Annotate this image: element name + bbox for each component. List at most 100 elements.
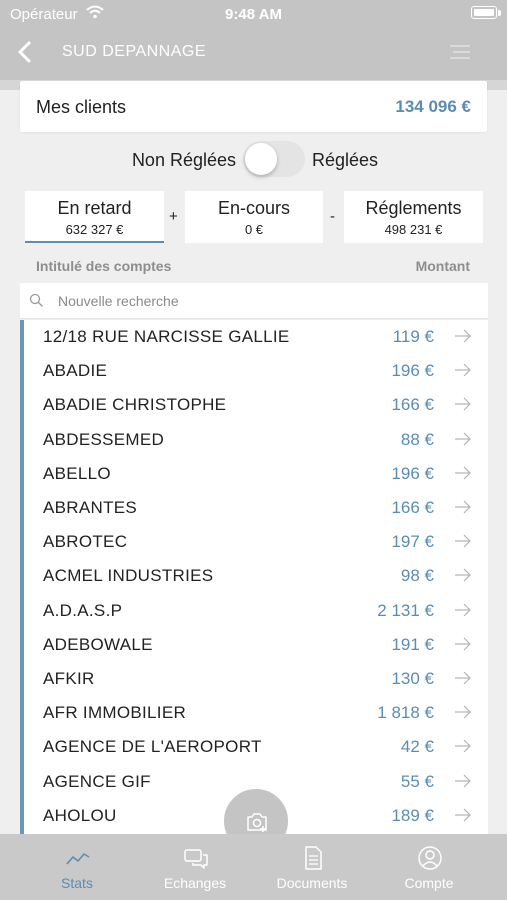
arrow-right-icon[interactable] <box>454 532 472 550</box>
account-amount: 98 € <box>400 566 434 586</box>
account-row[interactable]: ABELLO 196 € <box>20 457 488 491</box>
account-amount: 197 € <box>391 532 434 552</box>
account-name: ABADIE <box>43 361 108 381</box>
arrow-right-icon[interactable] <box>454 395 472 413</box>
arrow-right-icon[interactable] <box>454 327 472 345</box>
account-name: AFR IMMOBILIER <box>43 703 187 723</box>
late-value: 632 327 € <box>65 222 124 237</box>
account-row[interactable]: AGENCE DE L'AEROPORT 42 € <box>20 730 488 764</box>
user-icon <box>418 846 442 870</box>
account-row[interactable]: ADEBOWALE 191 € <box>20 628 488 662</box>
account-amount: 55 € <box>400 771 434 791</box>
payments-tab[interactable]: Réglements 498 231 € <box>344 191 483 243</box>
tab-stats[interactable]: Stats <box>17 834 137 900</box>
account-row[interactable]: 12/18 RUE NARCISSE GALLIE 119 € <box>20 320 488 354</box>
account-row[interactable]: ABDESSEMED 88 € <box>20 423 488 457</box>
accounts-column-header: Intitulé des comptes <box>36 258 172 274</box>
account-row[interactable]: ABADIE 196 € <box>20 354 488 388</box>
page-title: SUD DEPANNAGE <box>62 43 207 60</box>
search-icon <box>29 293 43 307</box>
battery-icon <box>471 6 497 19</box>
account-name: AGENCE DE L'AEROPORT <box>43 737 262 757</box>
late-tab[interactable]: En retard 632 327 € <box>25 191 164 243</box>
tab-documents-label: Documents <box>276 875 348 891</box>
account-name: ABADIE CHRISTOPHE <box>43 395 227 415</box>
unsettled-label: Non Réglées <box>131 150 236 170</box>
account-amount: 130 € <box>391 669 434 688</box>
tab-compte[interactable]: Compte <box>369 834 489 900</box>
settled-switch[interactable] <box>243 141 305 177</box>
account-name: AHOLOU <box>43 805 117 825</box>
tab-compte-label: Compte <box>404 875 454 891</box>
account-amount: 88 € <box>400 429 434 449</box>
account-row[interactable]: A.D.A.S.P 2 131 € <box>20 594 488 628</box>
account-amount: 196 € <box>391 463 434 483</box>
back-chevron-icon[interactable] <box>12 38 40 66</box>
account-row[interactable]: ACMEL INDUSTRIES 98 € <box>20 559 488 593</box>
tab-echanges[interactable]: Echanges <box>135 834 255 900</box>
account-name: ABROTEC <box>43 532 128 552</box>
arrow-right-icon[interactable] <box>454 669 472 687</box>
arrow-right-icon[interactable] <box>454 498 472 516</box>
settled-toggle-row: Non Réglées Réglées <box>0 140 507 178</box>
clients-summary-card: Mes clients 134 096 € <box>20 81 487 132</box>
arrow-right-icon[interactable] <box>454 464 472 482</box>
chat-icon <box>184 849 208 869</box>
nav-bar: SUD DEPANNAGE <box>0 32 507 72</box>
account-name: A.D.A.S.P <box>43 600 123 620</box>
amount-column-header: Montant <box>415 258 470 274</box>
account-name: ABELLO <box>43 463 111 483</box>
battery-tip <box>498 10 501 16</box>
tab-bar: Stats Echanges Documents Compte <box>0 834 507 900</box>
account-name: ACMEL INDUSTRIES <box>43 566 214 586</box>
search-bar <box>20 283 488 319</box>
account-row[interactable]: AFKIR 130 € <box>20 662 488 696</box>
current-tab[interactable]: En-cours 0 € <box>185 191 323 243</box>
list-menu-icon[interactable] <box>449 44 471 60</box>
clock: 9:48 AM <box>225 6 282 23</box>
arrow-right-icon[interactable] <box>454 806 472 824</box>
arrow-right-icon[interactable] <box>454 635 472 653</box>
account-amount: 191 € <box>391 634 434 654</box>
search-input[interactable] <box>58 291 458 311</box>
account-amount: 42 € <box>400 737 434 757</box>
plus-operator: + <box>169 208 178 225</box>
document-icon <box>305 846 322 870</box>
payments-value: 498 231 € <box>384 222 443 237</box>
account-row[interactable]: ABROTEC 197 € <box>20 525 488 559</box>
arrow-right-icon[interactable] <box>454 430 472 448</box>
settled-label: Réglées <box>312 150 379 170</box>
account-amount: 166 € <box>391 395 434 415</box>
account-row[interactable]: AFR IMMOBILIER 1 818 € <box>20 696 488 730</box>
account-amount: 189 € <box>391 805 434 825</box>
arrow-right-icon[interactable] <box>454 737 472 755</box>
clients-total: 134 096 € <box>395 97 471 116</box>
account-name: ABDESSEMED <box>43 429 165 449</box>
account-row[interactable]: ABRANTES 166 € <box>20 491 488 525</box>
tab-documents[interactable]: Documents <box>252 834 372 900</box>
current-title: En-cours <box>217 198 291 218</box>
header: Opérateur 9:48 AM SUD DEPANNAGE <box>0 0 507 80</box>
status-bar: Opérateur 9:48 AM <box>0 0 507 28</box>
account-amount: 119 € <box>392 327 434 346</box>
payments-title: Réglements <box>365 198 462 218</box>
account-name: AFKIR <box>43 669 95 688</box>
minus-operator: - <box>330 208 335 225</box>
tab-echanges-label: Echanges <box>163 875 227 891</box>
arrow-right-icon[interactable] <box>454 361 472 379</box>
switch-knob <box>245 143 277 175</box>
arrow-right-icon[interactable] <box>454 703 472 721</box>
camera-add-icon <box>247 813 267 832</box>
account-amount: 2 131 € <box>377 600 434 620</box>
account-name: ADEBOWALE <box>43 634 153 654</box>
clients-label: Mes clients <box>36 97 127 117</box>
arrow-right-icon[interactable] <box>454 566 472 584</box>
account-amount: 1 818 € <box>377 703 434 723</box>
account-name: ABRANTES <box>43 498 138 517</box>
arrow-right-icon[interactable] <box>454 601 472 619</box>
late-title: En retard <box>57 198 132 218</box>
account-row[interactable]: ABADIE CHRISTOPHE 166 € <box>20 388 488 422</box>
list-header: Intitulé des comptes Montant <box>36 258 470 278</box>
chart-line-icon <box>66 853 90 865</box>
arrow-right-icon[interactable] <box>454 772 472 790</box>
